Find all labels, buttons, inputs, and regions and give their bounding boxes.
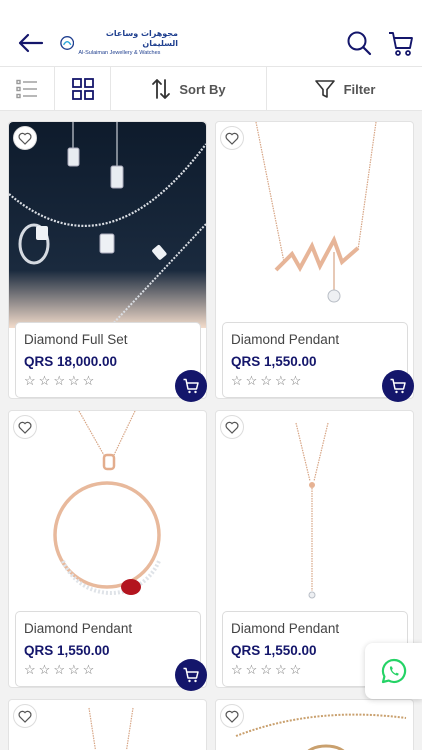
product-card[interactable]: Diamond Pendant QRS 1,550.00 ☆ ☆ ☆ ☆ ☆ <box>8 410 207 691</box>
rating-stars: ☆ ☆ ☆ ☆ ☆ <box>231 374 399 388</box>
product-name: Diamond Pendant <box>231 332 340 347</box>
heart-icon <box>18 710 32 723</box>
star-icon: ☆ <box>38 373 51 388</box>
product-image[interactable] <box>216 700 413 750</box>
product-grid: Diamond Full Set QRS 18,000.00 ☆ ☆ ☆ ☆ ☆ <box>0 111 422 750</box>
search-button[interactable] <box>344 28 374 58</box>
product-image[interactable] <box>216 122 413 328</box>
wishlist-button[interactable] <box>220 704 244 728</box>
heart-icon <box>18 132 32 145</box>
star-icon: ☆ <box>289 662 302 677</box>
sort-by-button[interactable]: Sort By <box>111 67 267 111</box>
brand-logo[interactable]: مجوهرات وساعات السليمان Al-Sulaiman Jewe… <box>60 29 178 56</box>
star-icon: ☆ <box>82 373 95 388</box>
product-info: Diamond Pendant QRS 1,550.00 ☆ ☆ ☆ ☆ ☆ <box>222 322 408 398</box>
whatsapp-chat-button[interactable] <box>365 643 422 699</box>
rating-stars: ☆ ☆ ☆ ☆ ☆ <box>24 663 192 677</box>
product-image[interactable] <box>216 411 413 617</box>
star-icon: ☆ <box>274 662 287 677</box>
cart-icon <box>183 667 199 683</box>
add-to-cart-button[interactable] <box>175 370 207 402</box>
logo-arabic-text: مجوهرات وساعات السليمان <box>105 29 178 48</box>
product-name: Diamond Full Set <box>24 332 128 347</box>
search-icon <box>347 31 372 56</box>
star-icon: ☆ <box>38 662 51 677</box>
star-icon: ☆ <box>53 662 65 677</box>
star-icon: ☆ <box>53 373 65 388</box>
add-to-cart-button[interactable] <box>382 370 414 402</box>
wishlist-button[interactable] <box>13 704 37 728</box>
back-button[interactable] <box>16 28 46 58</box>
star-icon: ☆ <box>260 373 272 388</box>
wishlist-button[interactable] <box>13 415 37 439</box>
wishlist-button[interactable] <box>13 126 37 150</box>
heart-icon <box>225 421 239 434</box>
star-icon: ☆ <box>67 662 80 677</box>
wishlist-button[interactable] <box>220 415 244 439</box>
list-view-button[interactable] <box>0 67 55 111</box>
star-icon: ☆ <box>231 662 243 677</box>
add-to-cart-button[interactable] <box>175 659 207 691</box>
star-icon: ☆ <box>260 662 272 677</box>
filter-button[interactable]: Filter <box>267 67 422 111</box>
app-header: مجوهرات وساعات السليمان Al-Sulaiman Jewe… <box>0 0 422 66</box>
heart-icon <box>225 710 239 723</box>
header-cart-button[interactable] <box>386 28 416 58</box>
star-icon: ☆ <box>24 373 36 388</box>
star-icon: ☆ <box>24 662 36 677</box>
product-image[interactable] <box>9 122 206 328</box>
logo-emblem-icon <box>60 36 75 50</box>
cart-icon <box>390 378 406 394</box>
product-price: QRS 1,550.00 <box>24 643 110 658</box>
star-icon: ☆ <box>245 373 258 388</box>
product-card[interactable]: Diamond Pendant QRS 1,550.00 ☆ ☆ ☆ ☆ ☆ <box>215 121 414 402</box>
product-card[interactable] <box>8 699 207 750</box>
heart-icon <box>18 421 32 434</box>
whatsapp-icon <box>381 658 406 684</box>
list-view-icon <box>16 79 37 99</box>
product-name: Diamond Pendant <box>24 621 133 636</box>
star-icon: ☆ <box>82 662 95 677</box>
heart-icon <box>225 132 239 145</box>
listing-toolbar: Sort By Filter <box>0 66 422 111</box>
star-icon: ☆ <box>245 662 258 677</box>
filter-icon <box>314 80 335 98</box>
wishlist-button[interactable] <box>220 126 244 150</box>
back-arrow-icon <box>18 33 44 53</box>
product-name: Diamond Pendant <box>231 621 340 636</box>
star-icon: ☆ <box>274 373 287 388</box>
star-icon: ☆ <box>231 373 243 388</box>
rating-stars: ☆ ☆ ☆ ☆ ☆ <box>24 374 192 388</box>
cart-icon <box>183 378 199 394</box>
cart-icon <box>389 32 413 56</box>
product-card[interactable]: Diamond Full Set QRS 18,000.00 ☆ ☆ ☆ ☆ ☆ <box>8 121 207 402</box>
product-card[interactable] <box>215 699 414 750</box>
star-icon: ☆ <box>289 373 302 388</box>
product-price: QRS 18,000.00 <box>24 354 118 369</box>
product-image[interactable] <box>9 700 206 750</box>
sort-by-label: Sort By <box>179 81 226 97</box>
product-info: Diamond Pendant QRS 1,550.00 ☆ ☆ ☆ ☆ ☆ <box>15 611 201 687</box>
grid-view-icon <box>71 78 94 100</box>
product-info: Diamond Full Set QRS 18,000.00 ☆ ☆ ☆ ☆ ☆ <box>15 322 201 398</box>
product-image[interactable] <box>9 411 206 617</box>
product-price: QRS 1,550.00 <box>231 354 317 369</box>
star-icon: ☆ <box>67 373 80 388</box>
logo-english-text: Al-Sulaiman Jewellery & Watches <box>78 50 161 56</box>
sort-icon <box>152 79 171 99</box>
filter-label: Filter <box>343 81 376 97</box>
grid-view-button[interactable] <box>55 67 111 111</box>
